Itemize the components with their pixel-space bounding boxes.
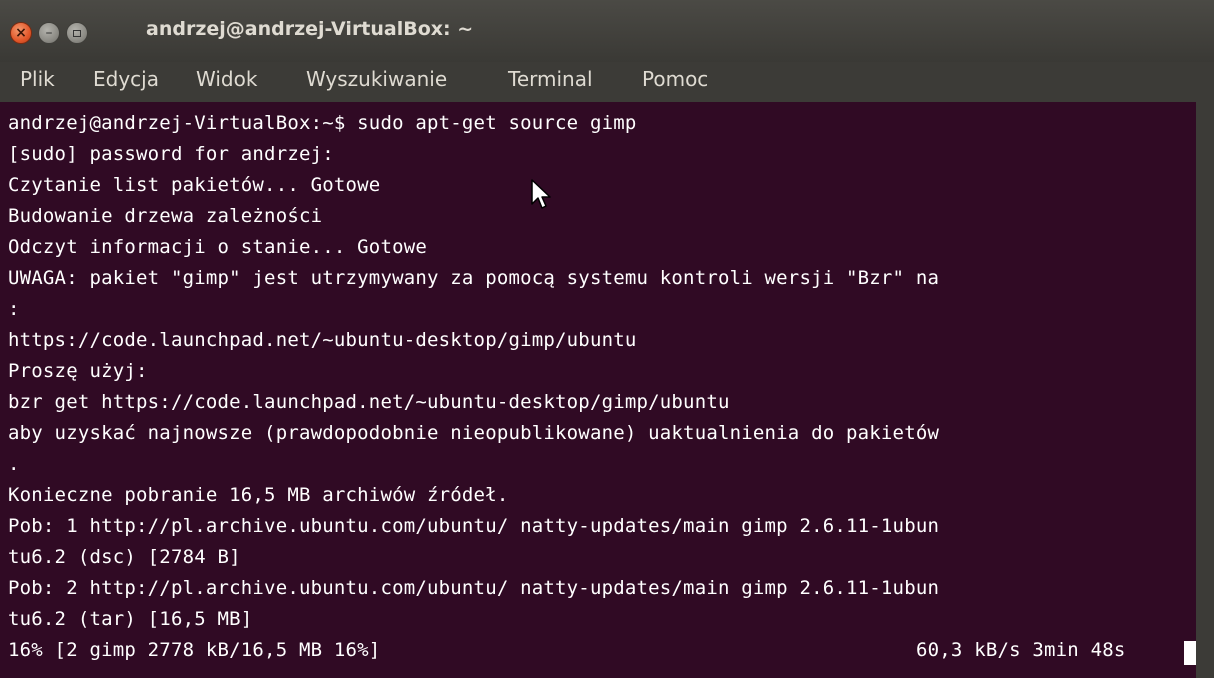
terminal-window: × – andrzej@andrzej-VirtualBox: ~ Plik E… bbox=[0, 0, 1214, 678]
menu-item-terminal[interactable]: Terminal bbox=[508, 67, 593, 91]
terminal-line: : bbox=[8, 298, 20, 320]
maximize-icon[interactable] bbox=[66, 22, 88, 44]
terminal-line: andrzej@andrzej-VirtualBox:~$ sudo apt-g… bbox=[8, 112, 637, 134]
terminal-line: Konieczne pobranie 16,5 MB archiwów źród… bbox=[8, 484, 509, 506]
terminal-line: Proszę użyj: bbox=[8, 360, 148, 382]
close-icon[interactable]: × bbox=[10, 22, 32, 44]
text-cursor bbox=[1184, 641, 1196, 665]
terminal-line: Pob: 2 http://pl.archive.ubuntu.com/ubun… bbox=[8, 577, 940, 599]
menu-bar: Plik Edycja Widok Wyszukiwanie Terminal … bbox=[0, 62, 1214, 102]
terminal-line: [sudo] password for andrzej: bbox=[8, 143, 334, 165]
terminal-line: UWAGA: pakiet "gimp" jest utrzymywany za… bbox=[8, 267, 940, 289]
minimize-icon[interactable]: – bbox=[38, 22, 60, 44]
terminal-line: tu6.2 (dsc) [2784 B] bbox=[8, 546, 241, 568]
terminal-line: Odczyt informacji o stanie... Gotowe bbox=[8, 236, 428, 258]
menu-item-plik[interactable]: Plik bbox=[20, 67, 55, 91]
menu-item-wyszukiwanie[interactable]: Wyszukiwanie bbox=[306, 67, 447, 91]
terminal-line: bzr get https://code.launchpad.net/~ubun… bbox=[8, 391, 730, 413]
mouse-pointer-icon bbox=[531, 179, 551, 209]
menu-item-pomoc[interactable]: Pomoc bbox=[642, 67, 708, 91]
menu-item-edycja[interactable]: Edycja bbox=[93, 67, 159, 91]
terminal-line: aby uzyskać najnowsze (prawdopodobnie ni… bbox=[8, 422, 940, 444]
terminal-line: tu6.2 (tar) [16,5 MB] bbox=[8, 608, 253, 630]
title-bar[interactable]: × – andrzej@andrzej-VirtualBox: ~ bbox=[0, 0, 1214, 62]
scrollbar[interactable] bbox=[1196, 102, 1214, 678]
terminal-line: . bbox=[8, 453, 20, 475]
terminal-progress-line: 16% [2 gimp 2778 kB/16,5 MB 16%] bbox=[8, 639, 381, 661]
menu-item-widok[interactable]: Widok bbox=[196, 67, 257, 91]
download-rate: 60,3 kB/s 3min 48s bbox=[916, 639, 1126, 661]
terminal-line: https://code.launchpad.net/~ubuntu-deskt… bbox=[8, 329, 637, 351]
terminal-line: Budowanie drzewa zależności bbox=[8, 205, 323, 227]
window-title: andrzej@andrzej-VirtualBox: ~ bbox=[146, 18, 474, 40]
terminal-line: Czytanie list pakietów... Gotowe bbox=[8, 174, 381, 196]
terminal-line: Pob: 1 http://pl.archive.ubuntu.com/ubun… bbox=[8, 515, 940, 537]
